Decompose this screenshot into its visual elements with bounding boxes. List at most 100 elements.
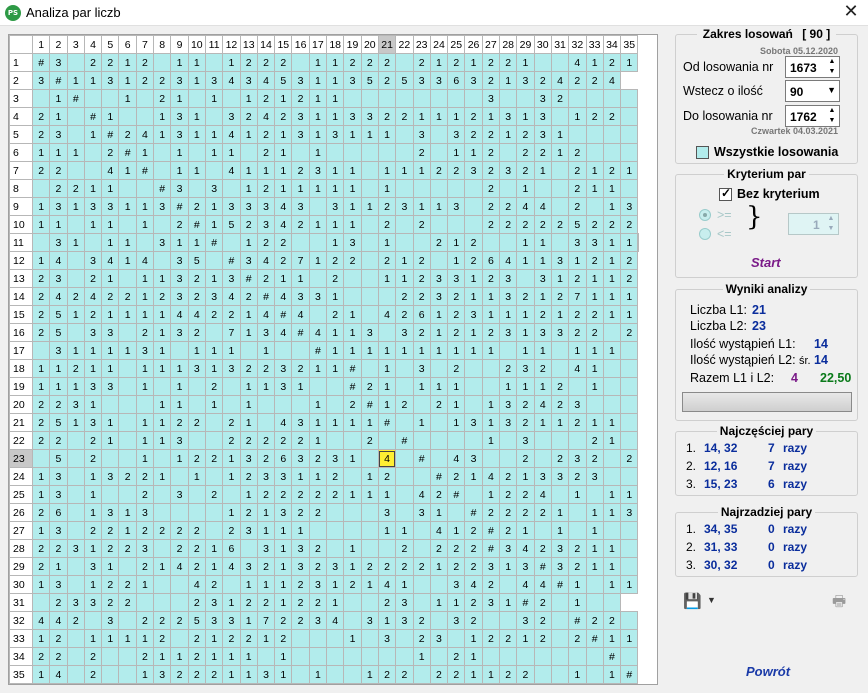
pair-cell[interactable]: 2 [481, 71, 501, 90]
pair-cell[interactable]: 2 [239, 287, 258, 306]
pair-cell[interactable]: 2 [135, 611, 155, 630]
pair-cell[interactable]: 1 [620, 305, 639, 324]
pair-cell[interactable]: 3 [516, 71, 535, 90]
pair-cell[interactable]: 1 [343, 449, 362, 468]
pair-cell[interactable]: 1 [326, 71, 345, 90]
pair-cell[interactable]: 4 [326, 611, 345, 630]
pair-cell[interactable] [620, 431, 639, 450]
pair-cell[interactable]: 1 [412, 377, 431, 396]
pair-cell[interactable]: 1 [429, 503, 449, 522]
pair-cell[interactable] [66, 557, 85, 576]
pair-cell[interactable]: # [83, 107, 103, 126]
pair-cell[interactable]: 2 [239, 431, 258, 450]
pair-cell[interactable] [343, 593, 362, 612]
pair-cell[interactable] [602, 377, 622, 396]
pair-cell[interactable]: 1 [83, 179, 103, 198]
pair-cell[interactable] [481, 449, 501, 468]
pair-cell[interactable]: 2 [533, 593, 552, 612]
pair-cell[interactable]: 2 [170, 215, 189, 234]
pair-cell[interactable] [568, 89, 587, 108]
pair-cell[interactable]: 2 [412, 269, 431, 288]
pair-cell[interactable]: 1 [204, 359, 224, 378]
pair-cell[interactable]: 1 [499, 71, 518, 90]
pair-cell[interactable]: 6 [222, 539, 241, 558]
pair-cell[interactable]: 2 [274, 485, 293, 504]
pair-cell[interactable]: 3 [447, 611, 466, 630]
pair-cell[interactable] [308, 521, 328, 540]
pair-cell[interactable] [66, 269, 85, 288]
pair-cell[interactable]: 2 [447, 161, 466, 180]
pair-cell[interactable]: 1 [464, 323, 483, 342]
pair-cell[interactable]: 2 [568, 269, 587, 288]
pair-cell[interactable]: 2 [239, 53, 258, 72]
pair-cell[interactable]: 6 [447, 71, 466, 90]
pair-cell[interactable]: 5 [49, 305, 68, 324]
pair-cell[interactable]: 2 [291, 503, 310, 522]
pair-cell[interactable] [308, 629, 328, 648]
selected-pair-cell[interactable]: 4 [377, 449, 397, 468]
pair-cell[interactable] [66, 665, 85, 684]
pair-cell[interactable]: 2 [516, 287, 535, 306]
pair-cell[interactable]: 1 [153, 467, 172, 486]
pair-cell[interactable]: 1 [239, 233, 258, 252]
pair-cell[interactable] [326, 539, 345, 558]
pair-cell[interactable]: 2 [602, 107, 622, 126]
pair-cell[interactable] [360, 233, 379, 252]
row-header[interactable]: 3 [9, 89, 33, 108]
pair-cell[interactable] [360, 161, 379, 180]
pair-cell[interactable] [412, 179, 431, 198]
pair-cell[interactable]: 3 [170, 485, 189, 504]
column-header[interactable]: 19 [343, 35, 362, 54]
pair-cell[interactable] [395, 179, 414, 198]
pair-cell[interactable]: # [464, 503, 483, 522]
pair-cell[interactable]: 2 [187, 323, 206, 342]
pair-cell[interactable]: 3 [395, 611, 414, 630]
pair-cell[interactable] [204, 107, 224, 126]
pair-cell[interactable]: 1 [135, 269, 155, 288]
pair-cell[interactable]: 2 [377, 197, 397, 216]
pair-cell[interactable] [291, 53, 310, 72]
pair-cell[interactable]: 3 [153, 197, 172, 216]
pair-cell[interactable] [429, 179, 449, 198]
pair-cell[interactable]: 1 [239, 413, 258, 432]
pair-cell[interactable]: 2 [550, 449, 570, 468]
pair-cell[interactable]: 1 [429, 323, 449, 342]
pair-cell[interactable] [153, 161, 172, 180]
pair-cell[interactable]: 1 [377, 611, 397, 630]
pair-cell[interactable]: 3 [49, 125, 68, 144]
pair-cell[interactable]: 2 [585, 251, 604, 270]
pair-cell[interactable] [585, 665, 604, 684]
pair-cell[interactable]: 1 [326, 323, 345, 342]
pair-cell[interactable]: # [256, 287, 276, 306]
pair-cell[interactable]: 1 [602, 503, 622, 522]
pair-cell[interactable]: 3 [429, 71, 449, 90]
pair-cell[interactable] [170, 593, 189, 612]
pair-cell[interactable] [360, 647, 379, 666]
pair-cell[interactable] [395, 647, 414, 666]
pair-cell[interactable]: 2 [187, 539, 206, 558]
pair-cell[interactable]: 1 [153, 431, 172, 450]
pair-cell[interactable] [481, 359, 501, 378]
pair-cell[interactable]: 1 [585, 53, 604, 72]
pair-cell[interactable]: 2 [31, 323, 51, 342]
pair-cell[interactable]: 2 [533, 539, 552, 558]
pair-cell[interactable] [187, 395, 206, 414]
pair-cell[interactable]: 3 [533, 125, 552, 144]
pair-cell[interactable]: 1 [204, 89, 224, 108]
pair-cell[interactable] [412, 521, 431, 540]
pair-cell[interactable]: 1 [308, 89, 328, 108]
pair-cell[interactable]: 2 [187, 647, 206, 666]
pair-cell[interactable]: 1 [464, 143, 483, 162]
pair-cell[interactable]: 1 [135, 215, 155, 234]
pair-cell[interactable]: 3 [412, 71, 431, 90]
pair-cell[interactable]: 2 [568, 305, 587, 324]
pair-cell[interactable] [550, 593, 570, 612]
pair-cell[interactable]: 3 [256, 197, 276, 216]
pair-cell[interactable]: 2 [187, 593, 206, 612]
pair-cell[interactable]: 1 [135, 197, 155, 216]
pair-cell[interactable]: 1 [118, 197, 137, 216]
pair-cell[interactable] [153, 215, 172, 234]
pair-cell[interactable]: 3 [550, 539, 570, 558]
pair-cell[interactable]: 2 [31, 395, 51, 414]
pair-cell[interactable]: 1 [429, 557, 449, 576]
